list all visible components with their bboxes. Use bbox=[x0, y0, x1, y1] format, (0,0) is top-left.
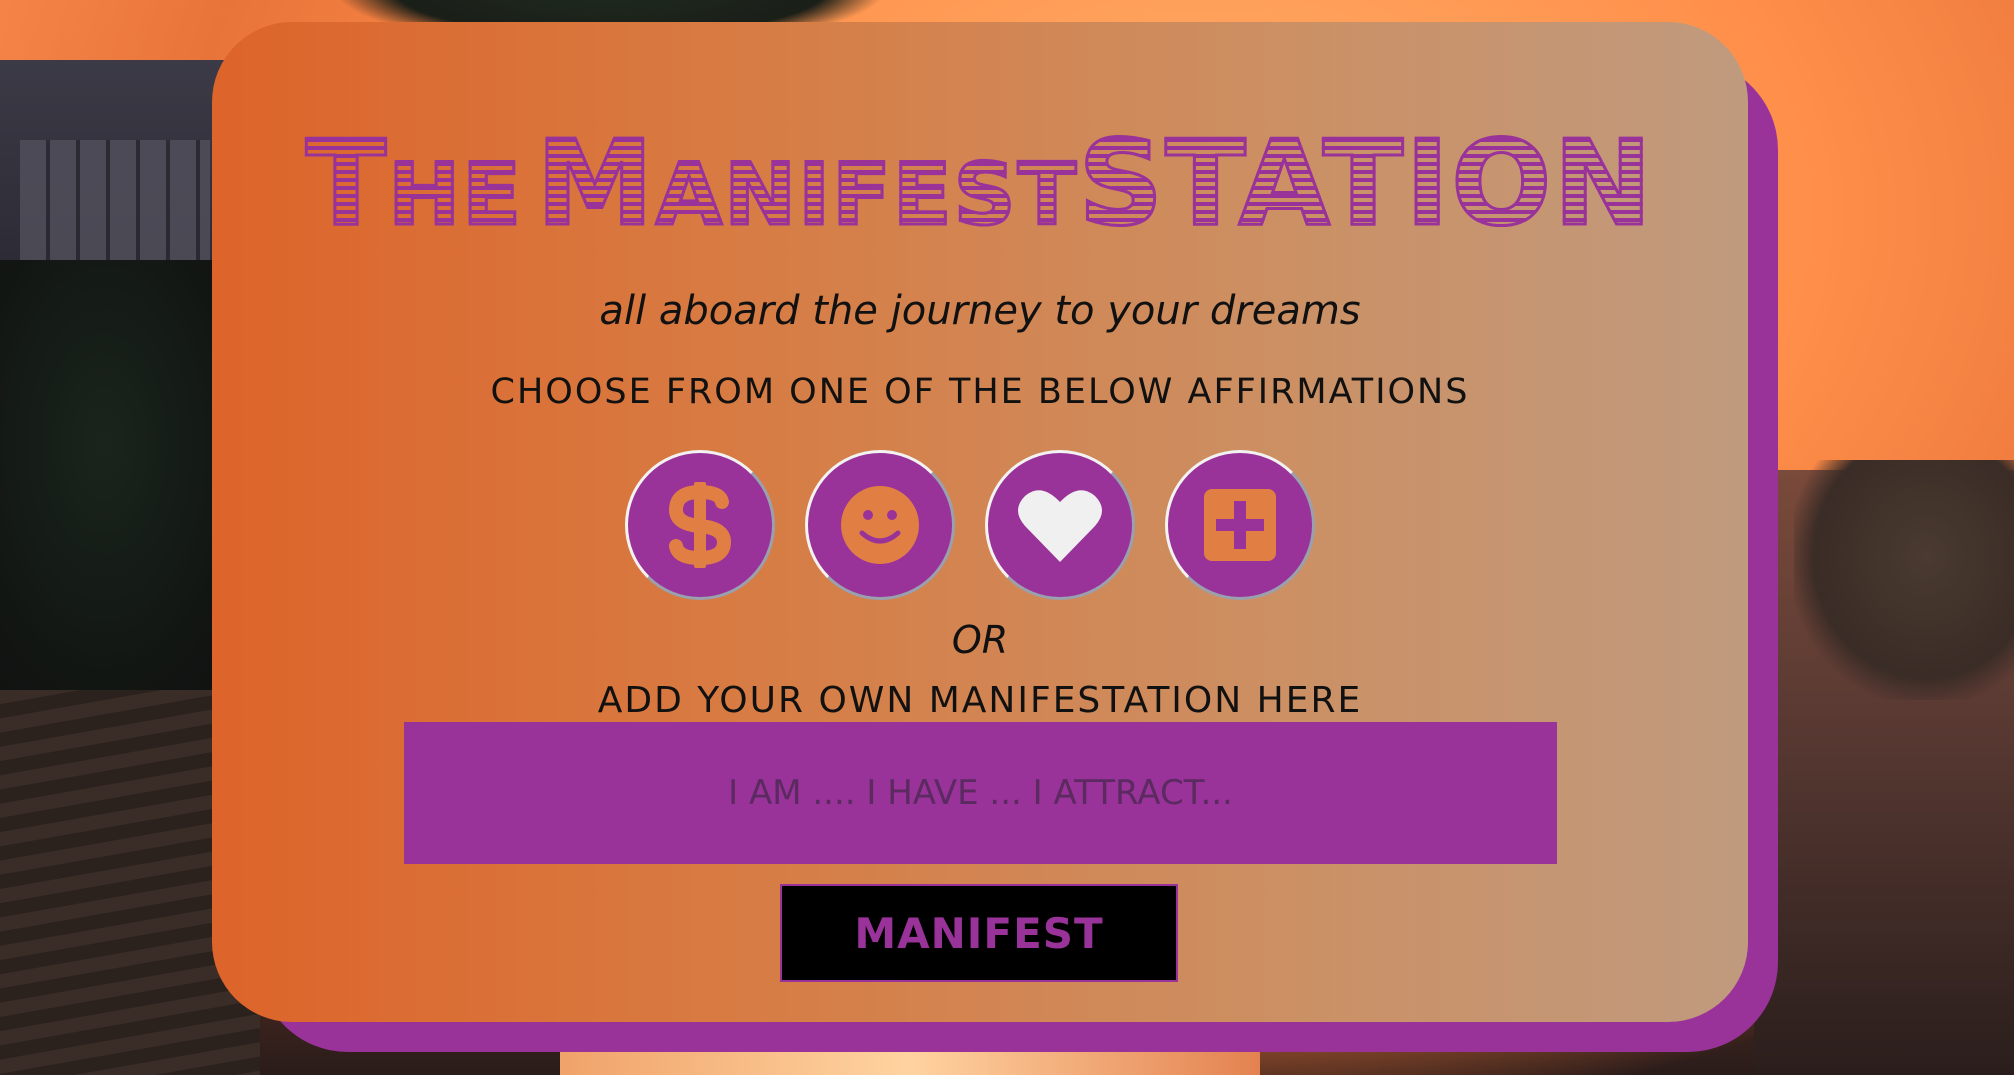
title-part: T bbox=[304, 113, 389, 254]
affirmation-love-button[interactable] bbox=[985, 450, 1135, 600]
heart-icon bbox=[1018, 490, 1102, 562]
plus-square-icon bbox=[1204, 489, 1276, 561]
trees-right bbox=[1794, 460, 2014, 700]
affirmation-health-button[interactable] bbox=[1165, 450, 1315, 600]
affirmation-money-button[interactable] bbox=[625, 450, 775, 600]
tagline: all aboard the journey to your dreams bbox=[599, 288, 1361, 334]
manifest-button[interactable]: MANIFEST bbox=[780, 884, 1178, 982]
train bbox=[560, 1050, 1260, 1075]
or-label: OR bbox=[951, 618, 1009, 662]
title-part: HE bbox=[387, 144, 524, 247]
affirmation-buttons bbox=[202, 450, 1738, 600]
add-own-prompt: ADD YOUR OWN MANIFESTATION HERE bbox=[597, 680, 1363, 721]
title-part: STATION bbox=[1077, 113, 1655, 254]
dollar-icon bbox=[668, 482, 732, 568]
manifestation-input[interactable] bbox=[404, 722, 1557, 864]
choose-prompt: CHOOSE FROM ONE OF THE BELOW AFFIRMATION… bbox=[490, 372, 1470, 412]
affirmation-happiness-button[interactable] bbox=[805, 450, 955, 600]
main-card: THE MANIFESTSTATION all aboard the journ… bbox=[212, 22, 1748, 1022]
page-title: THE MANIFESTSTATION bbox=[212, 113, 1748, 254]
smiley-face-icon bbox=[841, 486, 919, 564]
title-part: M bbox=[535, 113, 656, 254]
title-part: ANIFEST bbox=[654, 144, 1079, 247]
